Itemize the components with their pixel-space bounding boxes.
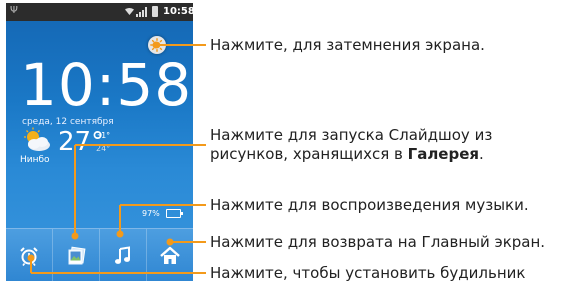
sun-icon xyxy=(150,38,164,52)
slideshow-button[interactable] xyxy=(53,229,100,281)
music-note-icon xyxy=(115,245,130,264)
status-bar: Ψ 10:58 xyxy=(6,3,193,21)
wifi-icon xyxy=(125,8,134,15)
partly-cloudy-icon xyxy=(24,127,50,151)
home-icon xyxy=(160,246,180,264)
callout-alarm: Нажмите, чтобы установить будильник xyxy=(210,264,526,282)
battery-status-icon xyxy=(152,6,158,17)
temp-low: 24° xyxy=(96,144,111,153)
battery-percent: 97% xyxy=(142,209,160,218)
music-button[interactable] xyxy=(100,229,147,281)
dock xyxy=(6,228,193,281)
callout-home: Нажмите для возврата на Главный экран. xyxy=(210,233,546,251)
callout-music: Нажмите для воспроизведения музыки. xyxy=(210,196,529,214)
callout-slideshow-line2: рисунков, хранящихся в Галерея. xyxy=(210,145,484,163)
temp-high: 31° xyxy=(96,131,111,140)
status-time: 10:58 xyxy=(163,6,193,17)
alarm-button[interactable] xyxy=(6,229,53,281)
callout-slideshow-line1: Нажмите для запуска Слайдшоу из xyxy=(210,126,493,144)
clock-display: 10:58 xyxy=(20,51,193,119)
slideshow-icon xyxy=(68,246,86,264)
city-name: Нинбо xyxy=(20,155,50,165)
callout-slideshow-end: . xyxy=(479,145,484,163)
callout-gallery-bold: Галерея xyxy=(407,145,480,163)
battery-icon xyxy=(166,209,183,218)
signal-icon xyxy=(136,7,147,17)
date-label: среда, 12 сентября xyxy=(22,117,114,127)
phone-screen: Ψ 10:58 10:58 среда, 12 сентября 27° 31°… xyxy=(6,3,193,281)
callout-dim: Нажмите, для затемнения экрана. xyxy=(210,36,485,54)
callout-slideshow-text: рисунков, хранящихся в xyxy=(210,145,408,163)
usb-icon: Ψ xyxy=(10,5,18,16)
alarm-clock-icon xyxy=(20,246,38,266)
home-button[interactable] xyxy=(147,229,193,281)
